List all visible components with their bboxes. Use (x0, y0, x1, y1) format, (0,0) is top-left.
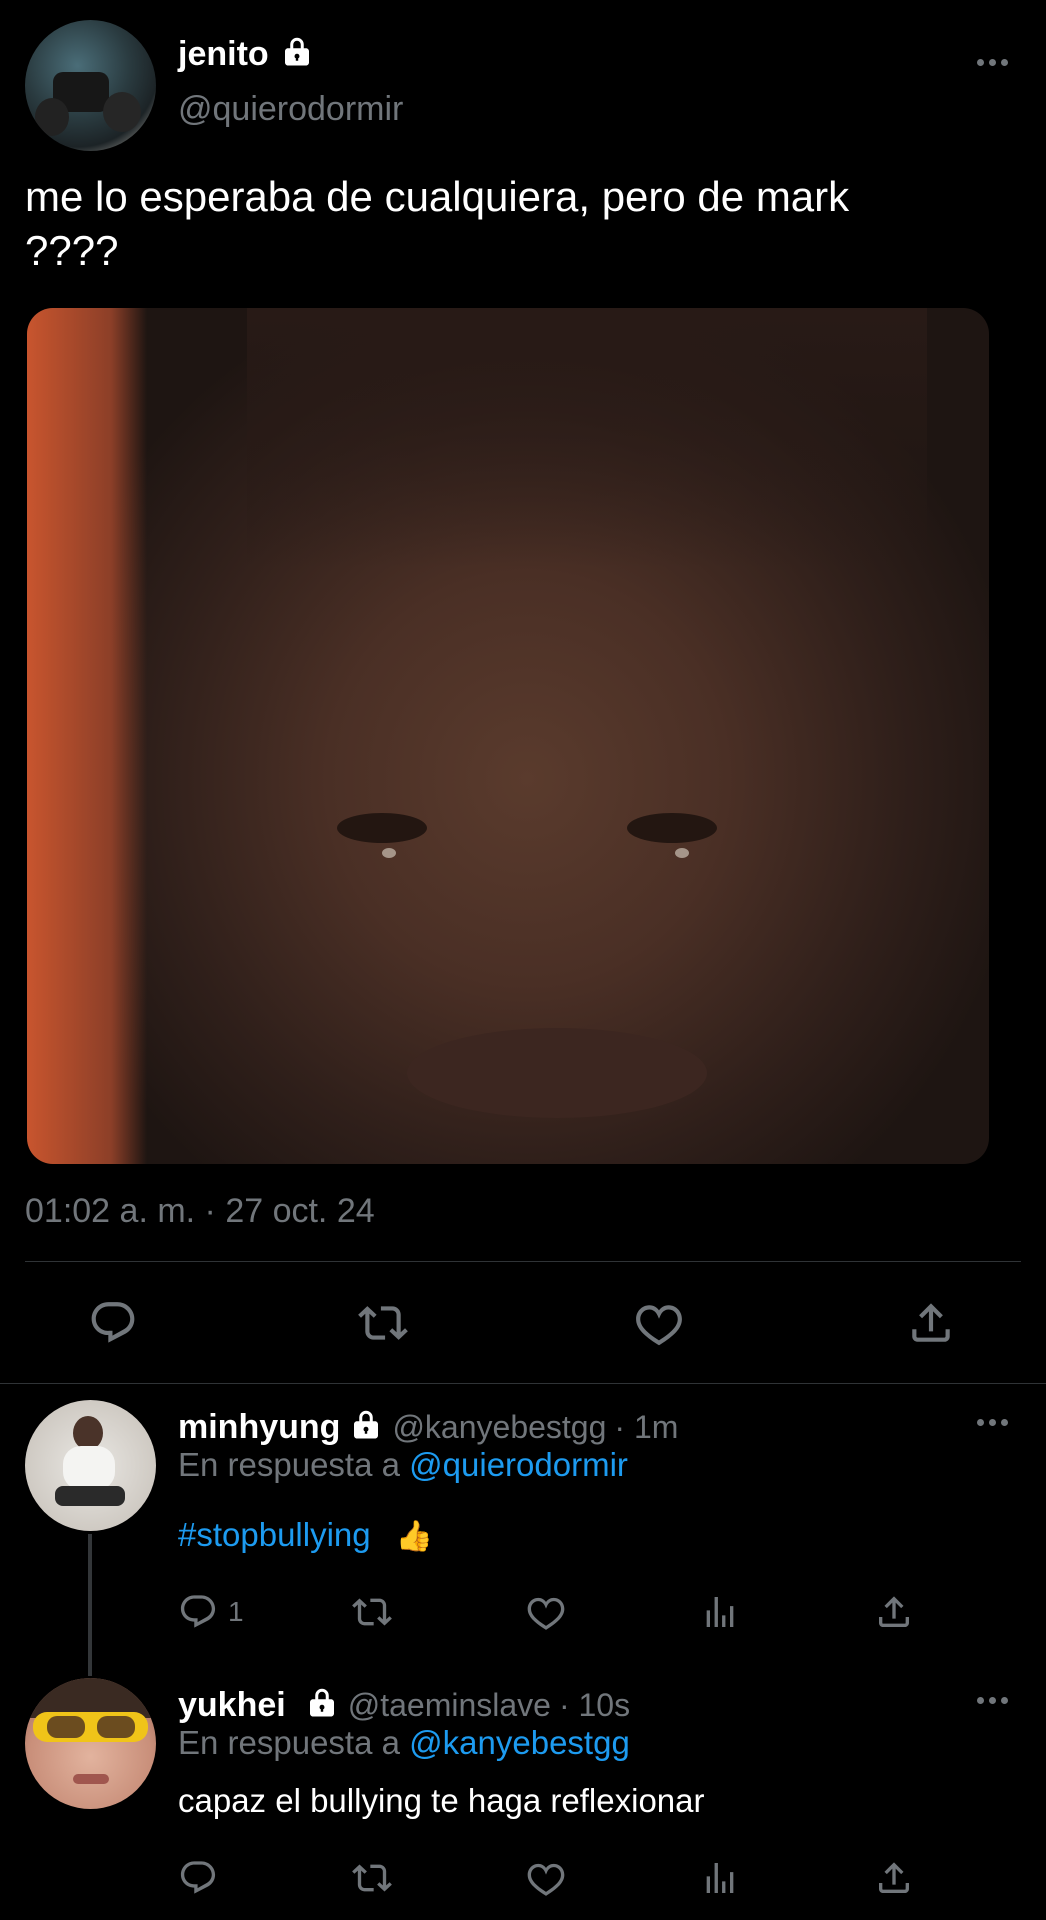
emoji: 👍 (395, 1520, 434, 1553)
lock-icon (304, 1685, 340, 1726)
tweet-text: me lo esperaba de cualquiera, pero de ma… (25, 173, 850, 274)
retweet-icon[interactable] (352, 1858, 392, 1898)
retweet-icon[interactable] (358, 1298, 408, 1348)
author-display-name[interactable]: jenito (178, 35, 269, 74)
views-icon[interactable] (700, 1592, 740, 1632)
more-icon[interactable] (972, 1416, 1012, 1428)
reply-display-name[interactable]: minhyung (178, 1408, 340, 1447)
reply-text: capaz el bullying te haga reflexionar (178, 1782, 705, 1819)
divider (25, 1261, 1021, 1262)
retweet-icon[interactable] (352, 1592, 392, 1632)
reply-icon[interactable]: 1 (178, 1592, 244, 1632)
divider (0, 1383, 1046, 1384)
like-icon[interactable] (634, 1298, 684, 1348)
like-icon[interactable] (526, 1592, 566, 1632)
reply-header: yukhei @taeminslave · 10s (178, 1682, 630, 1728)
more-icon[interactable] (972, 56, 1012, 68)
lock-icon (348, 1407, 384, 1448)
author-handle[interactable]: @quierodormir (178, 90, 403, 129)
reply-handle[interactable]: @taeminslave (348, 1687, 551, 1724)
share-icon[interactable] (906, 1298, 956, 1348)
author-name-row: jenito (178, 30, 315, 78)
views-icon[interactable] (700, 1858, 740, 1898)
reply-time[interactable]: · 1m (614, 1409, 678, 1446)
reply-icon[interactable] (178, 1858, 218, 1898)
reply-avatar[interactable] (25, 1678, 156, 1809)
reply-context: En respuesta a @kanyebestgg (178, 1724, 630, 1762)
reply-avatar[interactable] (25, 1400, 156, 1531)
thread-line (88, 1534, 92, 1676)
reply-prefix: En respuesta a (178, 1724, 400, 1761)
like-icon[interactable] (526, 1858, 566, 1898)
reply-time[interactable]: · 10s (559, 1687, 630, 1724)
author-avatar[interactable] (25, 20, 156, 151)
reply-to-link[interactable]: @quierodormir (409, 1446, 628, 1483)
reply-icon[interactable] (88, 1298, 138, 1348)
lock-icon (279, 34, 315, 75)
reply-handle[interactable]: @kanyebestgg (392, 1409, 606, 1446)
share-icon[interactable] (874, 1858, 914, 1898)
tweet-photo[interactable] (27, 308, 989, 1164)
reply-text: #stopbullying 👍 (178, 1516, 433, 1554)
reply-display-name[interactable]: yukhei (178, 1686, 286, 1725)
share-icon[interactable] (874, 1592, 914, 1632)
reply-prefix: En respuesta a (178, 1446, 400, 1483)
reply-count: 1 (228, 1596, 244, 1627)
hashtag-link[interactable]: #stopbullying (178, 1516, 371, 1553)
reply-header: minhyung @kanyebestgg · 1m (178, 1404, 678, 1450)
more-icon[interactable] (972, 1694, 1012, 1706)
reply-context: En respuesta a @quierodormir (178, 1446, 628, 1484)
reply-to-link[interactable]: @kanyebestgg (409, 1724, 630, 1761)
tweet-timestamp[interactable]: 01:02 a. m. · 27 oct. 24 (25, 1192, 375, 1231)
